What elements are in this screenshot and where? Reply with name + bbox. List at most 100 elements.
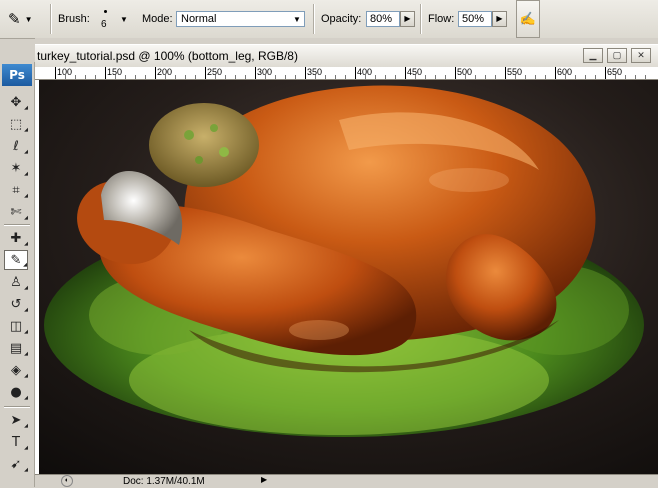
status-menu-icon[interactable]: ◐ <box>61 475 73 487</box>
tool-flyout-indicator: ◢ <box>24 215 28 221</box>
path-selection-icon: ➤ <box>10 412 22 428</box>
clone-stamp-tool[interactable]: ♙ ◢ <box>4 272 28 292</box>
ruler-label: 200 <box>157 67 173 77</box>
ruler-minor-tick <box>495 75 496 79</box>
path-selection-tool[interactable]: ➤ ◢ <box>4 410 28 430</box>
ruler-label: 100 <box>57 67 73 77</box>
direct-selection-tool[interactable]: ➹ ◢ <box>4 454 28 474</box>
direct-selection-icon: ➹ <box>10 456 22 472</box>
blend-mode-value: Normal <box>181 13 217 25</box>
crop-tool[interactable]: ⌗ ◢ <box>4 180 28 200</box>
healing-brush-tool[interactable]: ✚ ◢ <box>4 228 28 248</box>
flow-field[interactable]: 50% <box>458 11 492 27</box>
tool-flyout-indicator: ◢ <box>24 445 28 451</box>
slice-tool[interactable]: ✄ ◢ <box>4 202 28 222</box>
document-titlebar[interactable]: turkey_tutorial.psd @ 100% (bottom_leg, … <box>35 44 658 68</box>
options-bar: ✎ ▼ Brush: 6 ▼ Mode: Normal ▼ Opacity: 8… <box>0 0 658 39</box>
ruler-minor-tick <box>595 75 596 79</box>
brush-dropdown-arrow[interactable]: ▼ <box>120 0 128 38</box>
type-icon: T <box>12 434 20 450</box>
brush-tool[interactable]: ✎ ◢ <box>4 250 28 270</box>
toolbox: Ps ✥ ◢ ⬚ ◢ ℓ ◢ ✶ ◢ ⌗ ◢ ✄ ◢ ✚ ◢ ✎ ◢ ♙ ◢ ↺ ◢ ◫ ◢ ▤ ◢ ◈ ◢ ● ◢ ➤ ◢ T ◢ ➹ ◢ <box>0 62 35 487</box>
ruler-minor-tick <box>135 75 136 79</box>
lasso-tool[interactable]: ℓ ◢ <box>4 136 28 156</box>
ruler-minor-tick <box>285 75 286 79</box>
ruler-minor-tick <box>375 75 376 79</box>
tool-flyout-indicator: ◢ <box>24 467 28 473</box>
ruler-minor-tick <box>415 75 416 79</box>
ruler-minor-tick <box>335 75 336 79</box>
magic-wand-tool[interactable]: ✶ ◢ <box>4 158 28 178</box>
slice-icon: ✄ <box>10 204 22 220</box>
lasso-icon: ℓ <box>13 138 19 154</box>
history-brush-tool[interactable]: ↺ ◢ <box>4 294 28 314</box>
ruler-minor-tick <box>345 75 346 79</box>
brush-tip-preview <box>104 10 107 13</box>
tool-flyout-indicator: ◢ <box>24 193 28 199</box>
brush-preset-picker[interactable]: 6 <box>97 0 121 38</box>
dodge-tool[interactable]: ● ◢ <box>4 382 28 402</box>
type-tool[interactable]: T ◢ <box>4 432 28 452</box>
turkey-painting <box>39 80 658 474</box>
ruler-minor-tick <box>475 75 476 79</box>
clone-stamp-icon: ♙ <box>10 274 22 290</box>
tool-flyout-indicator: ◢ <box>24 423 28 429</box>
photoshop-logo: Ps <box>2 64 32 86</box>
maximize-button[interactable]: ▢ <box>607 48 627 63</box>
horizontal-ruler[interactable]: 100 150 200 250 300 350 400 450 500 550 600 650 <box>35 67 658 80</box>
tool-preset-picker[interactable]: ✎ ▼ <box>4 0 44 38</box>
move-tool[interactable]: ✥ ◢ <box>4 92 28 112</box>
ruler-minor-tick <box>485 75 486 79</box>
ruler-label: 650 <box>607 67 623 77</box>
marquee-icon: ⬚ <box>9 116 23 132</box>
status-arrow-icon[interactable]: ▶ <box>261 475 267 484</box>
ruler-minor-tick <box>325 75 326 79</box>
close-button[interactable]: ✕ <box>631 48 651 63</box>
ruler-minor-tick <box>85 75 86 79</box>
eraser-tool[interactable]: ◫ ◢ <box>4 316 28 336</box>
ruler-minor-tick <box>115 75 116 79</box>
mode-label: Mode: <box>142 13 173 25</box>
flow-slider-button[interactable]: ▶ <box>492 11 507 27</box>
separator <box>420 4 421 34</box>
brush-icon: ✎ <box>10 252 22 268</box>
airbrush-toggle[interactable]: ✍ <box>516 0 540 38</box>
gradient-icon: ▤ <box>9 340 23 356</box>
tool-flyout-indicator: ◢ <box>24 241 28 247</box>
blur-tool[interactable]: ◈ ◢ <box>4 360 28 380</box>
minimize-button[interactable]: ▁ <box>583 48 603 63</box>
separator <box>313 4 314 34</box>
ruler-minor-tick <box>315 75 316 79</box>
ruler-minor-tick <box>545 75 546 79</box>
dodge-icon: ● <box>10 384 22 400</box>
ruler-minor-tick <box>275 75 276 79</box>
history-brush-icon: ↺ <box>10 296 22 312</box>
ruler-minor-tick <box>145 75 146 79</box>
chevron-down-icon: ▼ <box>24 14 33 24</box>
opacity-slider-button[interactable]: ▶ <box>400 11 415 27</box>
ruler-minor-tick <box>565 75 566 79</box>
ruler-label: 400 <box>357 67 373 77</box>
ruler-minor-tick <box>645 75 646 79</box>
document-title: turkey_tutorial.psd @ 100% (bottom_leg, … <box>37 49 298 63</box>
ruler-label: 500 <box>457 67 473 77</box>
airbrush-icon: ✍ <box>519 11 537 26</box>
gradient-tool[interactable]: ▤ ◢ <box>4 338 28 358</box>
ruler-label: 450 <box>407 67 423 77</box>
ruler-label: 300 <box>257 67 273 77</box>
ruler-minor-tick <box>125 75 126 79</box>
opacity-field[interactable]: 80% <box>366 11 400 27</box>
marquee-tool[interactable]: ⬚ ◢ <box>4 114 28 134</box>
status-bar: ◐ Doc: 1.37M/40.1M ▶ <box>35 474 658 488</box>
ruler-label: 350 <box>307 67 323 77</box>
ruler-minor-tick <box>195 75 196 79</box>
blend-mode-select[interactable]: Normal ▼ <box>176 11 305 27</box>
tool-flyout-indicator: ◢ <box>24 127 28 133</box>
ruler-minor-tick <box>625 75 626 79</box>
brush-size-value: 6 <box>101 19 107 30</box>
ruler-minor-tick <box>525 75 526 79</box>
separator <box>50 4 51 34</box>
ruler-minor-tick <box>395 75 396 79</box>
ruler-minor-tick <box>225 75 226 79</box>
image-canvas[interactable] <box>39 80 658 474</box>
